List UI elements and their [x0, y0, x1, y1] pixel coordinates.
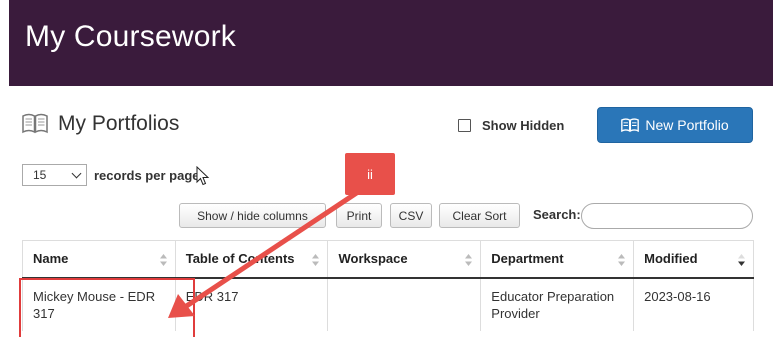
records-per-page: 15 records per page — [22, 164, 210, 186]
new-portfolio-label: New Portfolio — [645, 117, 729, 133]
annotation-highlight-box — [19, 278, 195, 337]
sort-icon — [159, 254, 167, 266]
column-header-label: Workspace — [338, 251, 408, 267]
book-icon — [621, 117, 640, 132]
column-header-label: Modified — [644, 251, 698, 267]
clear-sort-button[interactable]: Clear Sort — [439, 203, 520, 228]
cell-modified: 2023-08-16 — [633, 277, 754, 331]
csv-button[interactable]: CSV — [390, 203, 432, 228]
sort-icon — [738, 254, 745, 266]
annotation-tag: ii — [345, 153, 395, 195]
show-hidden-toggle[interactable]: Show Hidden — [458, 118, 564, 133]
cell-department: Educator Preparation Provider — [480, 277, 635, 331]
records-label: records per page — [94, 167, 200, 183]
mouse-cursor-icon — [196, 166, 210, 186]
column-header-department[interactable]: Department — [480, 240, 635, 279]
new-portfolio-button[interactable]: New Portfolio — [597, 107, 753, 143]
cell-toc: EDR 317 — [174, 277, 329, 331]
column-header-name[interactable]: Name — [22, 240, 176, 279]
records-select-value: 15 — [33, 168, 47, 182]
sort-icon — [465, 254, 473, 266]
column-header-label: Name — [33, 251, 69, 267]
show-hide-columns-button[interactable]: Show / hide columns — [179, 203, 326, 228]
sort-icon — [618, 254, 626, 266]
column-header-label: Department — [491, 251, 564, 267]
table-header-row: Name Table of Contents Workspace Departm… — [22, 240, 754, 279]
column-header-label: Table of Contents — [185, 251, 295, 267]
column-header-toc[interactable]: Table of Contents — [175, 240, 329, 279]
print-button[interactable]: Print — [336, 203, 382, 228]
search-input[interactable] — [581, 203, 753, 229]
search-label: Search: — [533, 207, 581, 222]
portfolios-title: My Portfolios — [58, 112, 180, 135]
page-title: My Coursework — [25, 20, 236, 53]
show-hidden-label: Show Hidden — [482, 118, 565, 133]
show-hidden-checkbox[interactable] — [458, 119, 471, 132]
sort-icon — [312, 254, 320, 266]
records-select[interactable]: 15 — [22, 164, 87, 186]
cell-workspace — [327, 277, 482, 331]
page-header: My Coursework — [9, 0, 773, 86]
portfolios-heading: My Portfolios — [22, 112, 179, 136]
chevron-down-icon — [71, 168, 82, 178]
column-header-modified[interactable]: Modified — [633, 240, 754, 279]
column-header-workspace[interactable]: Workspace — [327, 240, 482, 279]
book-icon — [22, 113, 48, 134]
